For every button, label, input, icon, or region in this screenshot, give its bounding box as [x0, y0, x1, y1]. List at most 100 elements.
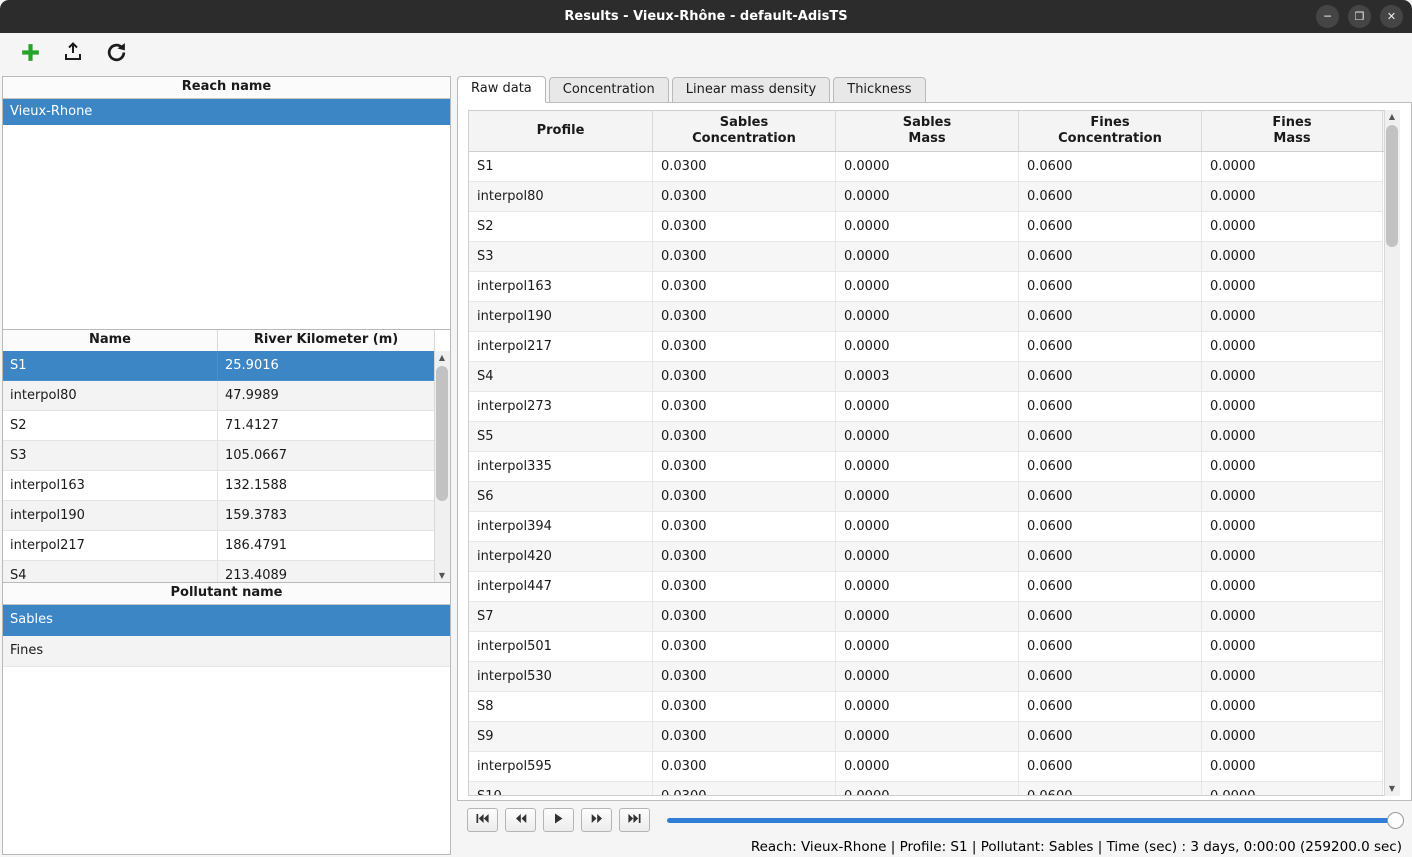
rewind-icon — [515, 813, 527, 828]
skip-to-end-button[interactable] — [619, 808, 650, 832]
skip-to-start-button[interactable] — [467, 808, 498, 832]
player-controls — [467, 807, 1404, 833]
table-cell: 0.0000 — [836, 722, 1019, 752]
maximize-button[interactable]: ❐ — [1348, 5, 1371, 28]
table-cell: 0.0300 — [653, 452, 836, 482]
profile-row[interactable]: interpol8047.9989 — [3, 381, 435, 411]
table-cell: 0.0000 — [836, 752, 1019, 782]
minimize-button[interactable]: ─ — [1316, 5, 1339, 28]
profile-row[interactable]: S3105.0667 — [3, 441, 435, 471]
profiles-panel: Name River Kilometer (m) S125.9016interp… — [2, 329, 451, 584]
table-row[interactable]: S40.03000.00030.06000.0000 — [469, 362, 1386, 392]
profile-row[interactable]: S4213.4089 — [3, 561, 435, 583]
table-cell: 0.0000 — [1202, 272, 1383, 302]
pollutant-item[interactable]: Sables — [3, 605, 450, 636]
table-row[interactable]: interpol4470.03000.00000.06000.0000 — [469, 572, 1386, 602]
table-row[interactable]: S50.03000.00000.06000.0000 — [469, 422, 1386, 452]
table-row[interactable]: interpol5010.03000.00000.06000.0000 — [469, 632, 1386, 662]
play-button[interactable] — [543, 808, 574, 832]
table-cell: 0.0300 — [653, 362, 836, 392]
column-header: Fines Concentration — [1019, 111, 1202, 151]
profiles-scrollbar[interactable]: ▲ ▼ — [434, 351, 450, 583]
tab-concentration[interactable]: Concentration — [549, 77, 669, 103]
table-cell: 0.0300 — [653, 332, 836, 362]
profile-cell: 186.4791 — [218, 531, 435, 561]
refresh-button[interactable] — [101, 39, 131, 69]
table-cell: 0.0000 — [1202, 782, 1383, 795]
time-slider[interactable] — [667, 809, 1404, 831]
table-cell: 0.0000 — [836, 332, 1019, 362]
table-cell: 0.0000 — [1202, 242, 1383, 272]
table-row[interactable]: S30.03000.00000.06000.0000 — [469, 242, 1386, 272]
time-slider-track[interactable] — [667, 818, 1404, 823]
table-scrollbar-thumb[interactable] — [1386, 125, 1398, 247]
table-cell: 0.0000 — [836, 272, 1019, 302]
profile-row[interactable]: S125.9016 — [3, 351, 435, 381]
table-row[interactable]: S90.03000.00000.06000.0000 — [469, 722, 1386, 752]
table-row[interactable]: interpol1630.03000.00000.06000.0000 — [469, 272, 1386, 302]
pollutant-panel-header: Pollutant name — [3, 583, 450, 605]
table-cell: 0.0000 — [836, 212, 1019, 242]
export-button[interactable] — [58, 39, 88, 69]
scroll-down-icon[interactable]: ▼ — [1385, 782, 1399, 796]
table-cell: 0.0000 — [1202, 332, 1383, 362]
table-row[interactable]: S80.03000.00000.06000.0000 — [469, 692, 1386, 722]
tab-content-raw-data: ProfileSables ConcentrationSables MassFi… — [457, 102, 1412, 801]
table-row[interactable]: interpol800.03000.00000.06000.0000 — [469, 182, 1386, 212]
table-row[interactable]: interpol1900.03000.00000.06000.0000 — [469, 302, 1386, 332]
table-cell: 0.0300 — [653, 542, 836, 572]
skip-to-end-icon — [628, 813, 641, 828]
table-cell: interpol501 — [469, 632, 653, 662]
table-row[interactable]: interpol2730.03000.00000.06000.0000 — [469, 392, 1386, 422]
table-cell: 0.0600 — [1019, 572, 1202, 602]
tab-raw-data[interactable]: Raw data — [457, 76, 546, 103]
fast-forward-button[interactable] — [581, 808, 612, 832]
tab-linear-mass-density[interactable]: Linear mass density — [672, 77, 831, 103]
table-row[interactable]: interpol2170.03000.00000.06000.0000 — [469, 332, 1386, 362]
profiles-scrollbar-thumb[interactable] — [436, 366, 448, 501]
table-cell: 0.0000 — [1202, 632, 1383, 662]
profile-row[interactable]: S271.4127 — [3, 411, 435, 441]
refresh-icon — [105, 41, 128, 68]
table-cell: 0.0300 — [653, 512, 836, 542]
table-cell: interpol420 — [469, 542, 653, 572]
table-row[interactable]: S60.03000.00000.06000.0000 — [469, 482, 1386, 512]
table-row[interactable]: interpol4200.03000.00000.06000.0000 — [469, 542, 1386, 572]
table-row[interactable]: S100.03000.00000.06000.0000 — [469, 782, 1386, 795]
scroll-up-icon[interactable]: ▲ — [435, 351, 449, 365]
time-slider-handle[interactable] — [1387, 812, 1404, 829]
reach-item[interactable]: Vieux-Rhone — [3, 99, 450, 125]
table-row[interactable]: S70.03000.00000.06000.0000 — [469, 602, 1386, 632]
table-scrollbar[interactable]: ▲ ▼ — [1384, 110, 1400, 796]
table-cell: 0.0000 — [836, 422, 1019, 452]
table-cell: interpol163 — [469, 272, 653, 302]
pollutant-item[interactable]: Fines — [3, 636, 450, 667]
profile-cell: 71.4127 — [218, 411, 435, 441]
data-table-header: ProfileSables ConcentrationSables MassFi… — [469, 111, 1386, 152]
profile-row[interactable]: interpol190159.3783 — [3, 501, 435, 531]
table-row[interactable]: interpol3350.03000.00000.06000.0000 — [469, 452, 1386, 482]
scroll-down-icon[interactable]: ▼ — [435, 569, 449, 583]
table-row[interactable]: S10.03000.00000.06000.0000 — [469, 152, 1386, 182]
data-table-body: S10.03000.00000.06000.0000interpol800.03… — [469, 152, 1386, 795]
table-cell: interpol595 — [469, 752, 653, 782]
profile-cell: S1 — [3, 351, 218, 381]
table-row[interactable]: interpol5300.03000.00000.06000.0000 — [469, 662, 1386, 692]
table-row[interactable]: interpol3940.03000.00000.06000.0000 — [469, 512, 1386, 542]
table-row[interactable]: interpol5950.03000.00000.06000.0000 — [469, 752, 1386, 782]
table-cell: 0.0000 — [1202, 722, 1383, 752]
rewind-button[interactable] — [505, 808, 536, 832]
add-button[interactable] — [15, 39, 45, 69]
table-cell: 0.0000 — [1202, 212, 1383, 242]
profile-row[interactable]: interpol217186.4791 — [3, 531, 435, 561]
table-cell: 0.0300 — [653, 212, 836, 242]
table-cell: 0.0600 — [1019, 362, 1202, 392]
profile-row[interactable]: interpol163132.1588 — [3, 471, 435, 501]
tab-thickness[interactable]: Thickness — [833, 77, 925, 103]
table-row[interactable]: S20.03000.00000.06000.0000 — [469, 212, 1386, 242]
close-button[interactable]: ✕ — [1380, 5, 1403, 28]
export-icon — [62, 41, 84, 67]
table-cell: S2 — [469, 212, 653, 242]
table-cell: 0.0600 — [1019, 182, 1202, 212]
scroll-up-icon[interactable]: ▲ — [1385, 110, 1399, 124]
